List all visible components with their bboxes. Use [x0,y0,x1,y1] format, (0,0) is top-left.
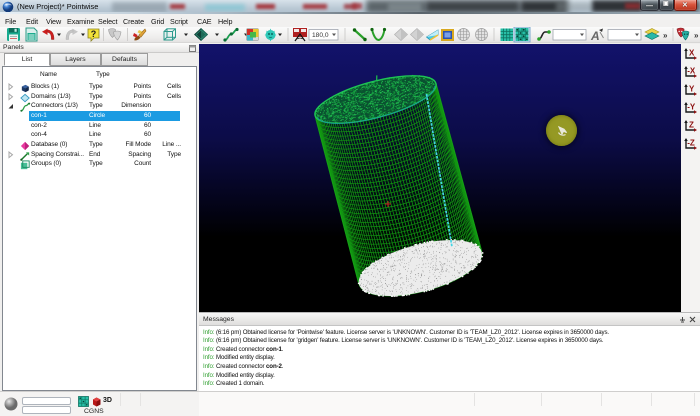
svg-text:180,0: 180,0 [312,32,329,39]
svg-text:Y: Y [689,85,695,94]
svg-text:Z: Z [689,121,694,130]
svg-text:»: » [694,31,699,40]
svg-text:-X: -X [687,67,696,76]
svg-text:»: » [663,31,668,40]
svg-text:?: ? [91,29,97,39]
svg-text:X: X [689,49,695,58]
svg-text:-Y: -Y [687,103,696,112]
svg-text:-Z: -Z [687,139,695,148]
svg-text:A: A [590,29,600,43]
